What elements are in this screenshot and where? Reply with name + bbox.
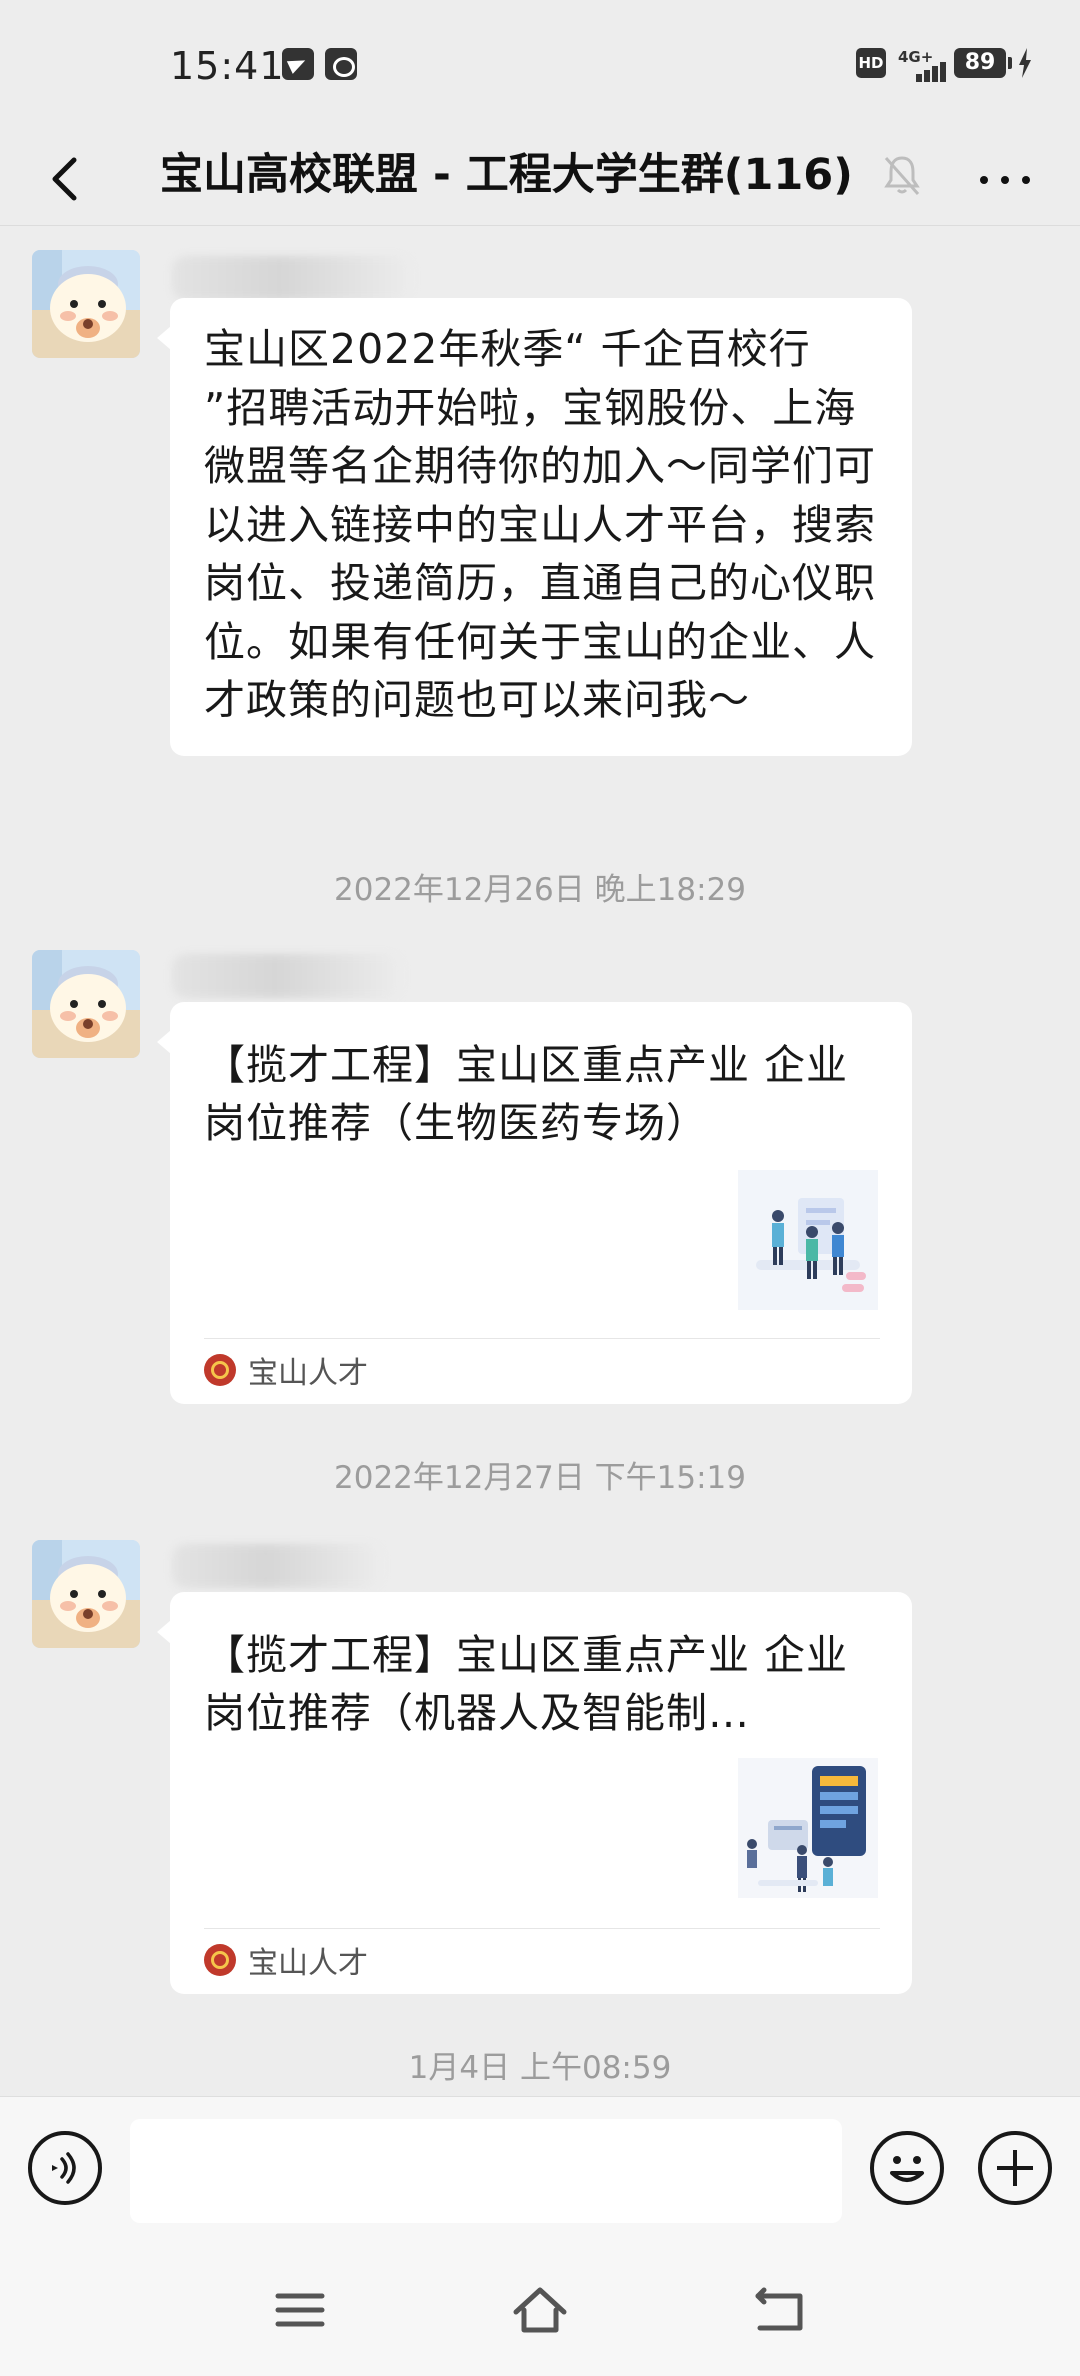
sender-name bbox=[172, 954, 402, 998]
home-icon bbox=[513, 2287, 567, 2333]
timestamp: 2022年12月26日 晚上18:29 bbox=[334, 872, 746, 908]
avatar[interactable] bbox=[32, 1540, 140, 1648]
card-source: 宝山人才 bbox=[204, 1350, 368, 1391]
chat-title: 宝山高校联盟 - 工程大学生群(116) bbox=[160, 150, 853, 200]
emoji-icon bbox=[890, 2156, 924, 2182]
status-time: 15:41 bbox=[170, 44, 285, 88]
bell-muted-icon bbox=[880, 144, 924, 204]
timestamp: 1月4日 上午08:59 bbox=[408, 2050, 672, 2086]
link-card-bubble[interactable]: 【揽才工程】宝山区重点产业 企业岗位推荐（生物医药专场） 宝山人才 bbox=[157, 1002, 912, 1404]
more-button[interactable] bbox=[970, 144, 1040, 214]
source-logo-icon bbox=[204, 1944, 236, 1976]
card-divider bbox=[204, 1338, 880, 1339]
back-icon bbox=[755, 2287, 803, 2331]
battery-icon: 89 bbox=[954, 48, 1012, 78]
card-title: 【揽才工程】宝山区重点产业 企业岗位推荐（生物医药专场） bbox=[204, 1041, 849, 1147]
chat-header: 宝山高校联盟 - 工程大学生群(116) bbox=[0, 130, 1080, 226]
source-name: 宝山人才 bbox=[248, 1356, 368, 1391]
chevron-left-icon bbox=[52, 157, 77, 201]
app-notification-icon bbox=[325, 48, 357, 80]
avatar[interactable] bbox=[32, 950, 140, 1058]
timestamp: 2022年12月27日 下午15:19 bbox=[334, 1460, 746, 1496]
telegram-icon bbox=[282, 48, 314, 80]
back-nav-button[interactable] bbox=[750, 2282, 810, 2338]
hd-icon: HD bbox=[856, 48, 886, 78]
home-button[interactable] bbox=[510, 2282, 570, 2338]
input-bar bbox=[0, 2096, 1080, 2242]
source-logo-icon bbox=[204, 1354, 236, 1386]
card-title: 【揽才工程】宝山区重点产业 企业岗位推荐（机器人及智能制… bbox=[204, 1631, 849, 1737]
card-thumbnail bbox=[738, 1758, 878, 1898]
charging-icon bbox=[1018, 48, 1032, 78]
network-type: 4G+ bbox=[898, 48, 934, 66]
menu-icon bbox=[275, 2293, 325, 2327]
menu-button[interactable] bbox=[270, 2282, 330, 2338]
status-bar: 15:41 HD 4G+ 89 bbox=[0, 0, 1080, 130]
card-source: 宝山人才 bbox=[204, 1940, 368, 1981]
voice-button[interactable] bbox=[28, 2131, 102, 2205]
chat-screen: 15:41 HD 4G+ 89 宝山高校联盟 - 工程大学生群(116) 宝山区… bbox=[0, 0, 1080, 2376]
source-name: 宝山人才 bbox=[248, 1946, 368, 1981]
card-divider bbox=[204, 1928, 880, 1929]
sender-name bbox=[172, 256, 412, 300]
back-button[interactable] bbox=[30, 144, 100, 214]
text-message-bubble[interactable]: 宝山区2022年秋季“ 千企百校行 ”招聘活动开始啦，宝钢股份、上海微盟等名企期… bbox=[157, 298, 912, 756]
emoji-button[interactable] bbox=[870, 2131, 944, 2205]
message-text: 宝山区2022年秋季“ 千企百校行 ”招聘活动开始啦，宝钢股份、上海微盟等名企期… bbox=[204, 325, 876, 724]
message-input[interactable] bbox=[130, 2119, 842, 2223]
signal-icon: 4G+ bbox=[898, 48, 946, 82]
sender-name bbox=[172, 1544, 382, 1588]
plus-button[interactable] bbox=[978, 2131, 1052, 2205]
avatar[interactable] bbox=[32, 250, 140, 358]
voice-icon bbox=[52, 2152, 76, 2184]
link-card-bubble[interactable]: 【揽才工程】宝山区重点产业 企业岗位推荐（机器人及智能制… 宝山人才 bbox=[157, 1592, 912, 1994]
card-thumbnail bbox=[738, 1170, 878, 1310]
system-navigation-bar bbox=[0, 2242, 1080, 2376]
